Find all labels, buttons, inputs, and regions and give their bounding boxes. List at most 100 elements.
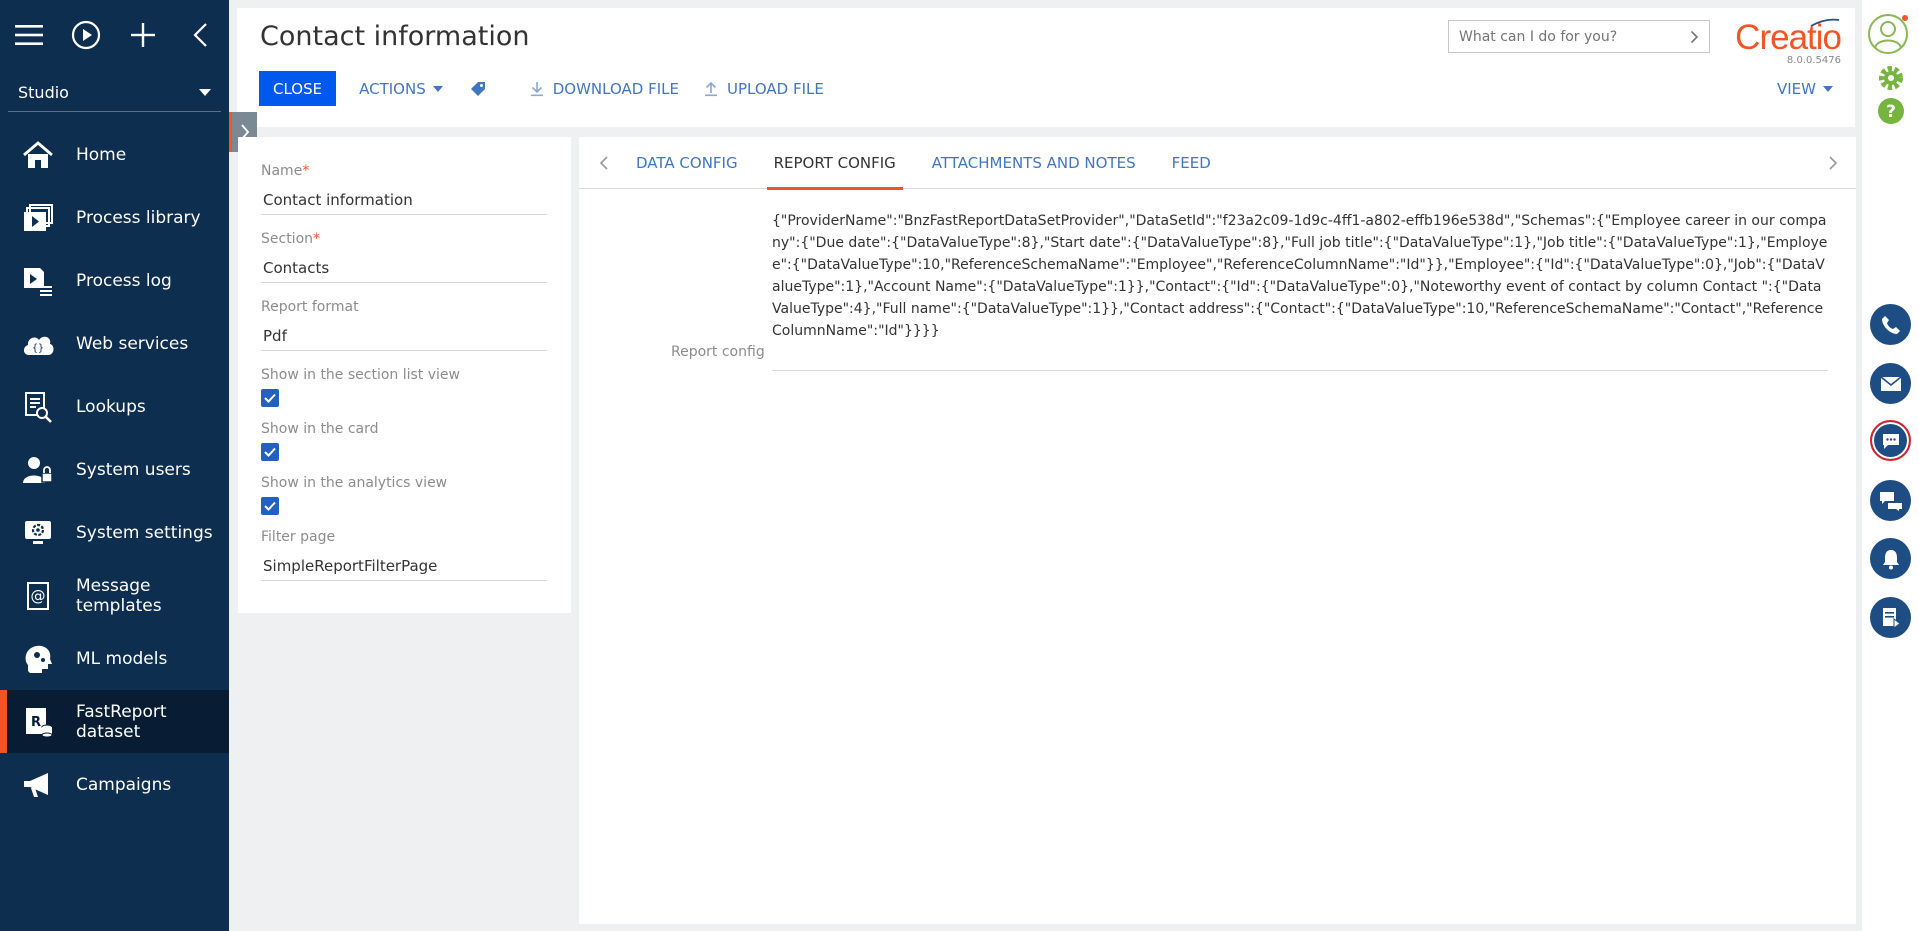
tab-report-config[interactable]: REPORT CONFIG (766, 137, 904, 190)
notifications-button[interactable] (1870, 538, 1911, 579)
sidebar-item-lookups[interactable]: Lookups (0, 375, 229, 438)
view-button[interactable]: VIEW (1777, 80, 1833, 98)
page-title: Contact information (260, 21, 530, 52)
name-label: Name (261, 163, 303, 179)
sidebar-item-web-services[interactable]: {} Web services (0, 312, 229, 375)
upload-label: UPLOAD FILE (726, 79, 824, 98)
profile-icon (1868, 14, 1908, 54)
section-field: Section* Contacts (261, 231, 547, 283)
svg-text:?: ? (1886, 102, 1896, 122)
upload-icon (704, 81, 717, 96)
help-button[interactable]: ? (1877, 97, 1905, 129)
phone-button[interactable] (1870, 304, 1911, 345)
sidebar-item-process-library[interactable]: Process library (0, 186, 229, 249)
email-button[interactable] (1870, 363, 1911, 404)
chevron-left-icon[interactable] (599, 155, 609, 171)
fastreport-icon: R (20, 704, 56, 740)
tab-data-config[interactable]: DATA CONFIG (629, 137, 745, 189)
collapse-back-icon[interactable] (171, 0, 228, 70)
cloud-icon: {} (20, 326, 56, 362)
show-in-card-checkbox[interactable] (261, 443, 279, 461)
profile-avatar[interactable] (1867, 12, 1911, 56)
sidebar-item-label: Message templates (76, 575, 162, 616)
sidebar-item-ml-models[interactable]: ML models (0, 627, 229, 690)
sidebar-item-system-users[interactable]: System users (0, 438, 229, 501)
sidebar-item-system-settings[interactable]: System settings (0, 501, 229, 564)
show-in-analytics-checkbox[interactable] (261, 497, 279, 515)
record-form: Name* Contact information Section* Conta… (238, 137, 571, 613)
process-library-icon (20, 200, 56, 236)
sidebar-item-fastreport-dataset[interactable]: R FastReport dataset (0, 690, 229, 753)
svg-text:@: @ (31, 587, 46, 605)
add-icon[interactable] (114, 0, 171, 70)
filter-page-field: Filter page SimpleReportFilterPage (261, 529, 547, 581)
megaphone-icon (20, 767, 56, 803)
menu-icon[interactable] (0, 0, 57, 70)
chevron-right-icon[interactable] (1690, 30, 1699, 44)
search-input[interactable] (1459, 28, 1659, 45)
gear-icon (1879, 66, 1903, 90)
view-label: VIEW (1777, 80, 1816, 98)
sidebar-nav: Home Process library Process log {} Web … (0, 123, 229, 816)
record-toolbar: CLOSE ACTIONS DOWNLOAD FILE UPLOAD FILE (259, 71, 824, 106)
name-input[interactable]: Contact information (261, 185, 547, 215)
sidebar-topbar (0, 0, 229, 70)
report-format-field: Report format Pdf (261, 299, 547, 351)
tab-feed[interactable]: FEED (1165, 137, 1218, 189)
chat-icon (1882, 433, 1899, 449)
actions-button[interactable]: ACTIONS (359, 80, 443, 98)
workspace-selector[interactable]: Studio (8, 74, 221, 112)
show-in-section-checkbox[interactable] (261, 389, 279, 407)
sidebar: Studio Home Process library Process log … (0, 0, 229, 931)
show-in-card-field: Show in the card (261, 421, 547, 461)
sidebar-item-label: Campaigns (76, 774, 172, 795)
sidebar-item-label: Process library (76, 207, 201, 228)
name-field: Name* Contact information (261, 163, 547, 215)
sidebar-item-label: Home (76, 144, 127, 165)
upload-file-button[interactable]: UPLOAD FILE (703, 80, 824, 98)
report-format-input[interactable]: Pdf (261, 321, 547, 351)
filter-page-input[interactable]: SimpleReportFilterPage (261, 551, 547, 581)
conversation-icon (1879, 491, 1902, 511)
tab-attachments-and-notes[interactable]: ATTACHMENTS AND NOTES (925, 137, 1143, 189)
tab-bar: DATA CONFIG REPORT CONFIG ATTACHMENTS AN… (579, 137, 1856, 190)
logo-swoosh-icon (1810, 18, 1840, 27)
sidebar-item-message-templates[interactable]: @ Message templates (0, 564, 229, 627)
show-in-analytics-label: Show in the analytics view (261, 475, 448, 491)
sidebar-item-process-log[interactable]: Process log (0, 249, 229, 312)
download-file-button[interactable]: DOWNLOAD FILE (529, 80, 679, 98)
sidebar-item-label: Web services (76, 333, 189, 354)
process-button[interactable] (1870, 597, 1911, 638)
feed-button[interactable] (1870, 480, 1911, 521)
actions-label: ACTIONS (359, 79, 426, 98)
show-in-section-field: Show in the section list view (261, 367, 547, 407)
section-label: Section (261, 231, 314, 247)
tabs-panel: DATA CONFIG REPORT CONFIG ATTACHMENTS AN… (579, 137, 1856, 924)
bell-icon (1882, 549, 1899, 569)
show-in-card-label: Show in the card (261, 421, 379, 437)
envelope-icon (1880, 375, 1901, 391)
report-config-textarea[interactable]: {"ProviderName":"BnzFastReportDataSetPro… (772, 210, 1828, 371)
required-marker: * (302, 163, 310, 179)
sidebar-item-label: Process log (76, 270, 172, 291)
chevron-right-icon[interactable] (1828, 155, 1838, 171)
command-search[interactable] (1448, 20, 1710, 53)
chat-button[interactable] (1870, 420, 1911, 461)
system-designer-button[interactable] (1877, 64, 1905, 96)
ml-models-icon (20, 641, 56, 677)
show-in-analytics-field: Show in the analytics view (261, 475, 547, 515)
phone-icon (1881, 315, 1900, 334)
sidebar-item-campaigns[interactable]: Campaigns (0, 753, 229, 816)
sidebar-item-home[interactable]: Home (0, 123, 229, 186)
download-icon (530, 81, 543, 96)
workspace-label: Studio (18, 83, 69, 102)
section-input[interactable]: Contacts (261, 253, 547, 283)
report-format-label: Report format (261, 299, 359, 315)
sidebar-item-label: System users (76, 459, 191, 480)
check-icon (264, 501, 276, 511)
run-process-icon[interactable] (57, 0, 114, 70)
lookups-icon (20, 389, 56, 425)
close-button[interactable]: CLOSE (259, 71, 337, 106)
tag-button[interactable] (470, 81, 494, 97)
tag-icon (470, 81, 485, 96)
